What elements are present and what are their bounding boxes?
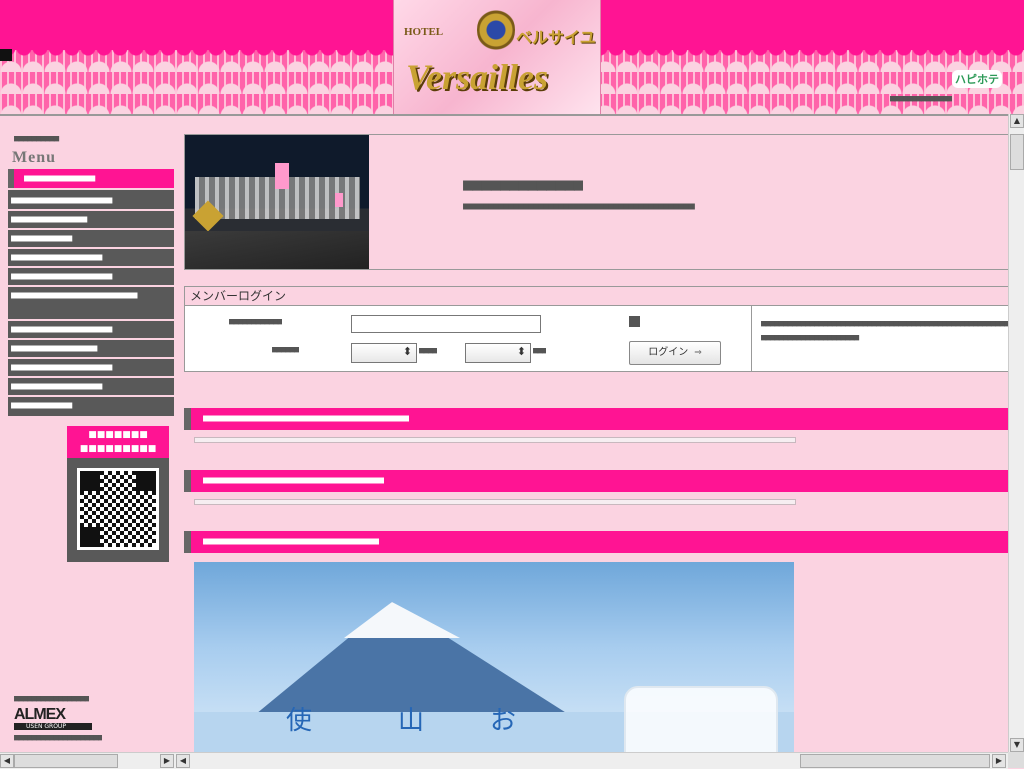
almex-label: ■■■■■■■■■■■■■■■■■ bbox=[14, 694, 90, 704]
hero-description: ■■■■■■■■■■■■■■■■■■■■■■■■■■■■■■■■■■■■■■■■… bbox=[463, 201, 695, 212]
pink-banner bbox=[275, 163, 289, 189]
scroll-left-icon[interactable]: ◀ bbox=[176, 754, 190, 768]
menu-item[interactable]: ■■■■■■■■■■■■■■■■■ bbox=[8, 340, 174, 359]
main-content: ■■■■■■■■■■■■■ ■■■■■■■■■■■■■■■■■■■■■■■■■■… bbox=[184, 134, 1010, 754]
menu-item[interactable]: ■■■■■■■■■■■■■■■■■■■■ bbox=[8, 321, 174, 340]
almex-brand: ALMEX bbox=[14, 706, 66, 723]
remember-checkbox[interactable] bbox=[629, 316, 640, 327]
select-b[interactable] bbox=[465, 343, 531, 363]
pink-banner bbox=[335, 193, 343, 207]
poster-char: お bbox=[490, 706, 517, 736]
vertical-scroll-thumb[interactable] bbox=[1010, 134, 1024, 170]
road-shape bbox=[185, 231, 369, 269]
logo-hotel-text: HOTEL bbox=[404, 26, 444, 38]
scroll-left-icon[interactable]: ◀ bbox=[0, 754, 14, 768]
scrollbar-corner bbox=[1008, 752, 1024, 768]
poster-char: 山 bbox=[398, 706, 425, 736]
menu-item[interactable]: ■■■■■■■■■■■■■■■■■■ bbox=[8, 378, 174, 397]
section-title: ■■■■■■■■■■■■■■■■■■■■■■■■■■■■■■■■■■■ bbox=[203, 536, 379, 547]
almex-logo[interactable]: ALMEX USEN GROUP bbox=[14, 706, 92, 730]
select-b-unit: ■■■ bbox=[533, 346, 547, 356]
member-login-panel: メンバーログイン ■■■■■■■■■■■■ ■■■■■■ ■■■■ ■■■ ログ… bbox=[184, 286, 1010, 372]
login-title: メンバーログイン bbox=[185, 287, 1010, 306]
snow-cap-shape bbox=[344, 602, 460, 638]
sidebar: ■■■■■■■■■■ Menu ■■■■■■■■■■■■■■ ■■■■■■■■■… bbox=[8, 133, 174, 562]
login-divider bbox=[751, 306, 752, 371]
scroll-down-icon[interactable]: ▼ bbox=[1010, 738, 1024, 752]
login-id-label: ■■■■■■■■■■■■ bbox=[229, 317, 283, 327]
menu-list: ■■■■■■■■■■■■■■■■■■■■ ■■■■■■■■■■■■■■■ ■■■… bbox=[8, 190, 174, 416]
login-note: ■■■■■■■■■■■■■■■■■■■■■■■■■■■■■■■■■■■■■■■■… bbox=[761, 319, 1009, 343]
almex-text: ■■■■■■■■■■■■■■■■■■■■ bbox=[14, 733, 103, 743]
mt-fuji-poster: 使 山 お bbox=[194, 562, 794, 754]
product-shape bbox=[624, 686, 778, 754]
section-bar: ■■■■■■■■■■■■■■■■■■■■■■■■■■■■■■■■■■■■■■■■… bbox=[184, 408, 1010, 430]
menu-item[interactable]: ■■■■■■■■■■■■■■■■■■ bbox=[8, 249, 174, 268]
poster-char: 使 bbox=[286, 706, 313, 736]
header-right-text: ■■■■■■■■■■■■■■ bbox=[890, 94, 952, 104]
crest-icon bbox=[477, 6, 515, 54]
select-a[interactable] bbox=[351, 343, 417, 363]
menu-item[interactable]: ■■■■■■■■■■■■■■■■■■■■ bbox=[8, 359, 174, 378]
menu-item[interactable]: ■■■■■■■■■■■■ bbox=[8, 230, 174, 249]
section-divider bbox=[194, 437, 796, 443]
menu-item[interactable]: ■■■■■■■■■■■■ bbox=[8, 397, 174, 414]
section-divider bbox=[194, 499, 796, 505]
menu-item[interactable]: ■■■■■■■■■■■■■■■■■■■■■■■■■ bbox=[8, 287, 174, 321]
horizontal-scrollbar[interactable]: ◀ ▶ ◀ ▶ bbox=[0, 752, 1008, 769]
menu-heading: ■■■■■■■■■■■■■■ bbox=[8, 169, 174, 188]
site-header: HOTEL ベルサイユ Versailles ハピホテ ■■■■■■■■■■■■… bbox=[0, 0, 1024, 114]
scroll-right-icon[interactable]: ▶ bbox=[160, 754, 174, 768]
horizontal-scroll-thumb[interactable] bbox=[800, 754, 990, 768]
scroll-up-icon[interactable]: ▲ bbox=[1010, 114, 1024, 128]
menu-item[interactable]: ■■■■■■■■■■■■■■■■■■■■ bbox=[8, 192, 174, 211]
select-a-unit: ■■■■ bbox=[419, 346, 437, 356]
logo-brand-text: Versailles bbox=[406, 57, 549, 97]
section-title: ■■■■■■■■■■■■■■■■■■■■■■■■■■■■■■■■■■■■■■■■… bbox=[203, 413, 409, 424]
vertical-scrollbar[interactable]: ▲ ▼ bbox=[1008, 114, 1024, 754]
logo-jp-text: ベルサイユ bbox=[516, 28, 596, 47]
hotel-logo[interactable]: HOTEL ベルサイユ Versailles bbox=[393, 0, 601, 114]
horizontal-scroll-thumb[interactable] bbox=[14, 754, 118, 768]
menu-item[interactable]: ■■■■■■■■■■■■■■■ bbox=[8, 211, 174, 230]
hotel-night-photo bbox=[185, 135, 369, 269]
sidebar-label: ■■■■■■■■■■ bbox=[14, 134, 59, 144]
menu-item[interactable]: ■■■■■■■■■■■■■■■■■■■■ bbox=[8, 268, 174, 287]
section-title: ■■■■■■■■■■■■■■■■■■■■■■■■■■■■■■■■■■■■ bbox=[203, 475, 384, 486]
member-id-input[interactable] bbox=[351, 315, 541, 333]
login-button-label: ログイン bbox=[648, 347, 689, 358]
hero-panel: ■■■■■■■■■■■■■ ■■■■■■■■■■■■■■■■■■■■■■■■■■… bbox=[184, 134, 1010, 270]
almex-group: USEN GROUP bbox=[14, 723, 92, 730]
qr-panel: ■■■■■■■ ■■■■■■■■■ bbox=[67, 426, 169, 562]
section-bar: ■■■■■■■■■■■■■■■■■■■■■■■■■■■■■■■■■■■ bbox=[184, 531, 1010, 553]
qr-heading: ■■■■■■■ ■■■■■■■■■ bbox=[67, 426, 169, 458]
header-divider bbox=[0, 114, 1024, 116]
scroll-right-icon[interactable]: ▶ bbox=[992, 754, 1006, 768]
section-bar: ■■■■■■■■■■■■■■■■■■■■■■■■■■■■■■■■■■■■ bbox=[184, 470, 1010, 492]
header-marker bbox=[0, 49, 12, 61]
menu-title: Menu bbox=[12, 149, 56, 166]
hero-title: ■■■■■■■■■■■■■ bbox=[463, 175, 584, 195]
arrow-right-icon: ⇒ bbox=[694, 348, 702, 358]
qr-code-icon bbox=[77, 468, 159, 550]
login-button[interactable]: ログイン ⇒ bbox=[629, 341, 721, 365]
happy-hotel-badge[interactable]: ハピホテ bbox=[952, 70, 1002, 88]
login-date-label: ■■■■■■ bbox=[272, 345, 299, 355]
